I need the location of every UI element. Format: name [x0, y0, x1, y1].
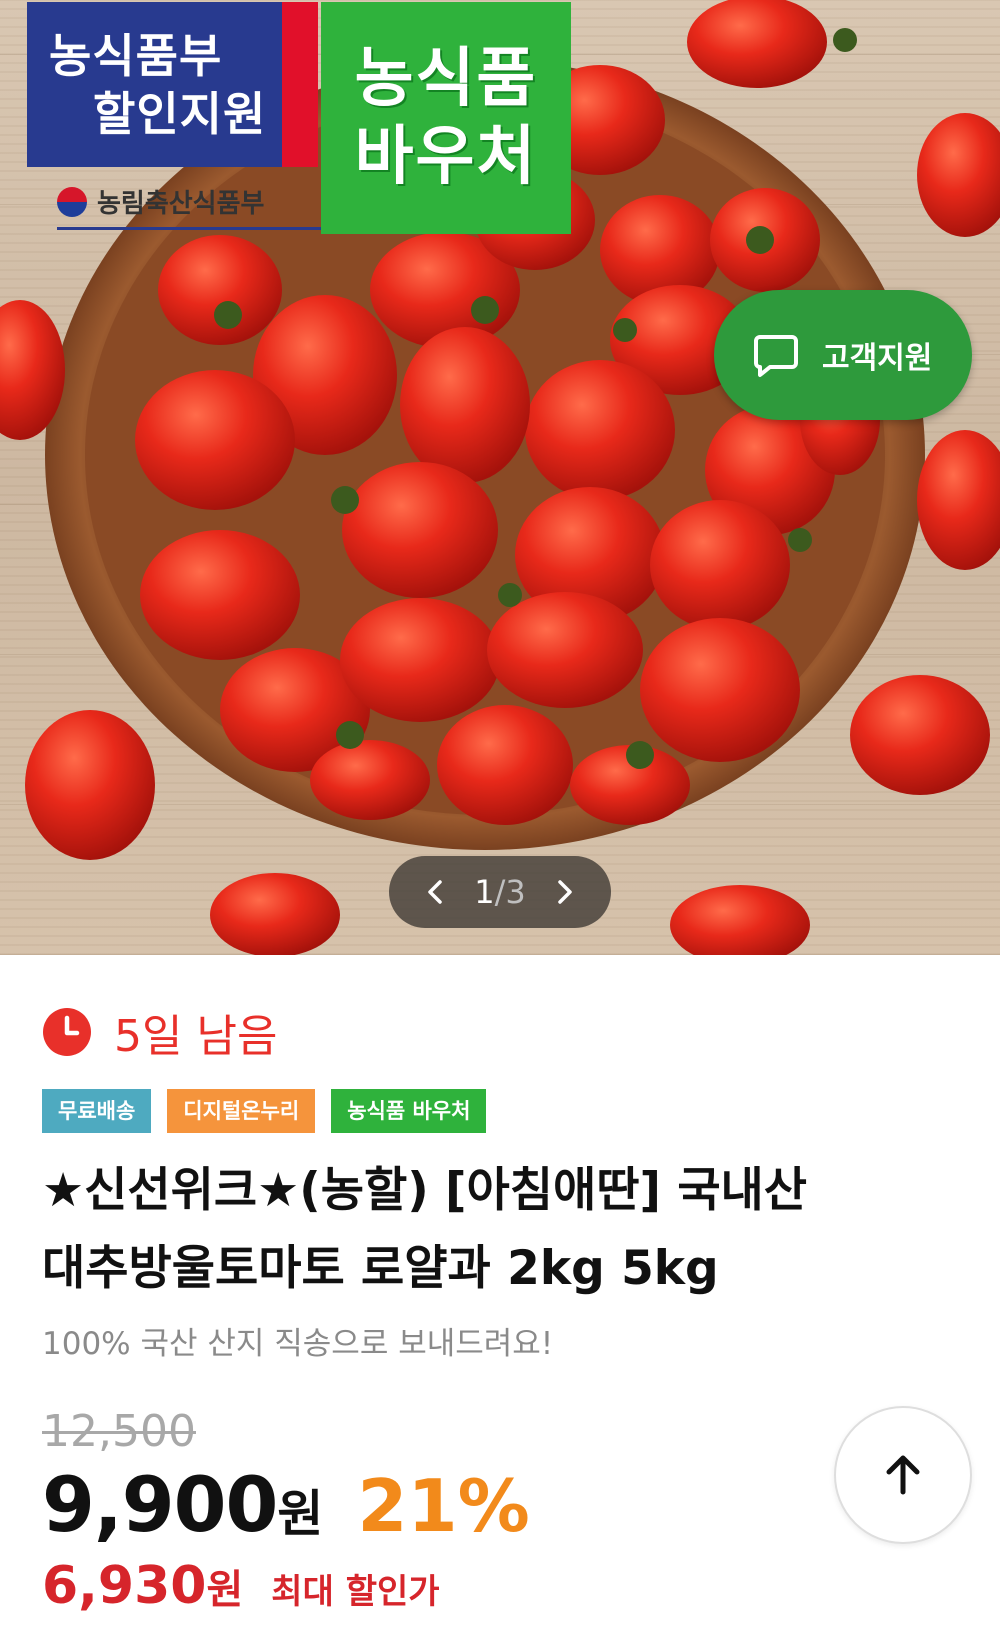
deadline-countdown: 5일 남음	[42, 1000, 277, 1064]
chevron-right-icon[interactable]	[551, 879, 577, 905]
voucher-badge: 농식품 바우처	[321, 2, 571, 234]
support-label: 고객지원	[822, 341, 933, 376]
max-discount-label: 최대 할인가	[271, 1572, 440, 1612]
taegeuk-icon	[57, 186, 87, 217]
chevron-left-icon[interactable]	[423, 879, 449, 905]
pager-separator: /	[494, 873, 506, 911]
product-subtitle: 100% 국산 산지 직송으로 보내드려요!	[42, 1326, 554, 1362]
sale-price: 9,900	[42, 1460, 278, 1549]
voucher-line2: 바우처	[354, 120, 538, 194]
image-pager: 1/3	[389, 856, 611, 928]
product-title: ★신선위크★(농할) [아침애딴] 국내산 대추방울토마토 로얄과 2kg 5k…	[42, 1152, 972, 1308]
discount-percent: 21%	[357, 1464, 530, 1548]
voucher-line1: 농식품	[354, 42, 538, 116]
badge-gov-line1: 농식품부	[49, 29, 223, 83]
countdown-text: 5일 남음	[114, 1011, 278, 1062]
product-tags: 무료배송 디지털온누리 농식품 바우처	[42, 1089, 502, 1133]
pager-total: 3	[505, 873, 526, 911]
pager-count: 1/3	[474, 873, 526, 911]
ministry-logo: 농림축산식품부	[57, 176, 327, 230]
badge-red-stripe	[282, 2, 318, 167]
original-price: 12,500	[42, 1406, 196, 1457]
arrow-up-icon	[886, 1455, 920, 1495]
gov-discount-badge: 농식품부 할인지원 농림축산식품부	[27, 2, 327, 232]
max-discount-price: 6,930	[42, 1556, 207, 1616]
customer-support-button[interactable]: 고객지원	[714, 290, 972, 420]
tag-digital-onnuri: 디지털온누리	[167, 1089, 316, 1133]
max-discount-row: 6,930 원 최대 할인가	[42, 1556, 440, 1616]
clock-icon	[43, 1008, 91, 1056]
sale-price-row: 9,900 원 21%	[42, 1460, 530, 1549]
chat-bubble-icon	[754, 335, 798, 377]
tag-voucher: 농식품 바우처	[331, 1089, 487, 1133]
sale-price-currency: 원	[277, 1485, 324, 1543]
product-title-line1: ★신선위크★(농할) [아침애딴] 국내산	[42, 1163, 808, 1218]
max-discount-currency: 원	[206, 1567, 244, 1613]
ministry-name: 농림축산식품부	[97, 189, 265, 219]
tag-free-shipping: 무료배송	[42, 1089, 152, 1133]
scroll-to-top-button[interactable]	[834, 1406, 972, 1544]
product-title-line2: 대추방울토마토 로얄과 2kg 5kg	[42, 1241, 719, 1296]
badge-gov-line2: 할인지원	[93, 87, 267, 141]
pager-current: 1	[474, 873, 495, 911]
product-image: 농식품부 할인지원 농림축산식품부 농식품 바우처 고객지원 1/3	[0, 0, 1000, 955]
